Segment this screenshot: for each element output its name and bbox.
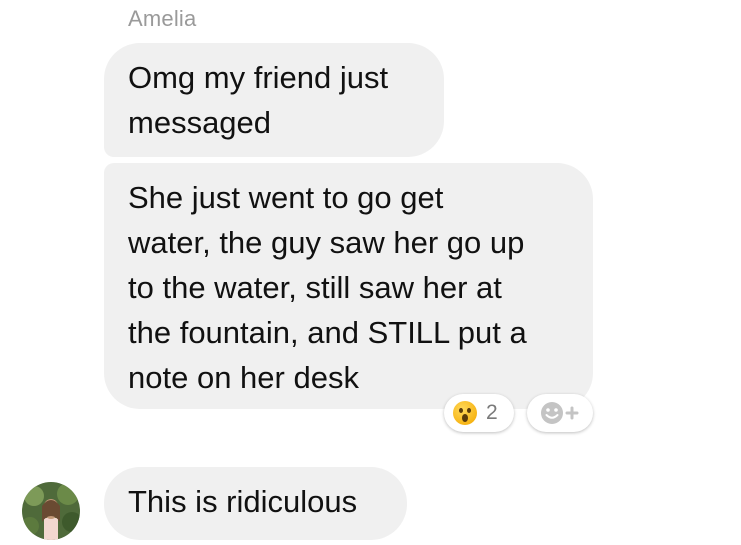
avatar-photo	[22, 482, 80, 540]
sender-name: Amelia	[128, 6, 197, 31]
reaction-count: 2	[486, 401, 498, 424]
add-reaction-icon	[541, 402, 579, 424]
surprised-face-icon	[453, 401, 477, 425]
avatar[interactable]	[22, 482, 80, 540]
message-text: She just went to go get water, the guy s…	[128, 180, 527, 395]
message-text: Omg my friend just messaged	[128, 60, 389, 140]
message-bubble[interactable]: She just went to go get water, the guy s…	[104, 163, 593, 409]
message-bubble[interactable]: Omg my friend just messaged	[104, 43, 444, 157]
message-bubble[interactable]: This is ridiculous	[104, 467, 407, 540]
message-text: This is ridiculous	[128, 484, 358, 519]
reaction-summary[interactable]: 2	[444, 394, 514, 432]
add-reaction-button[interactable]	[527, 394, 593, 432]
